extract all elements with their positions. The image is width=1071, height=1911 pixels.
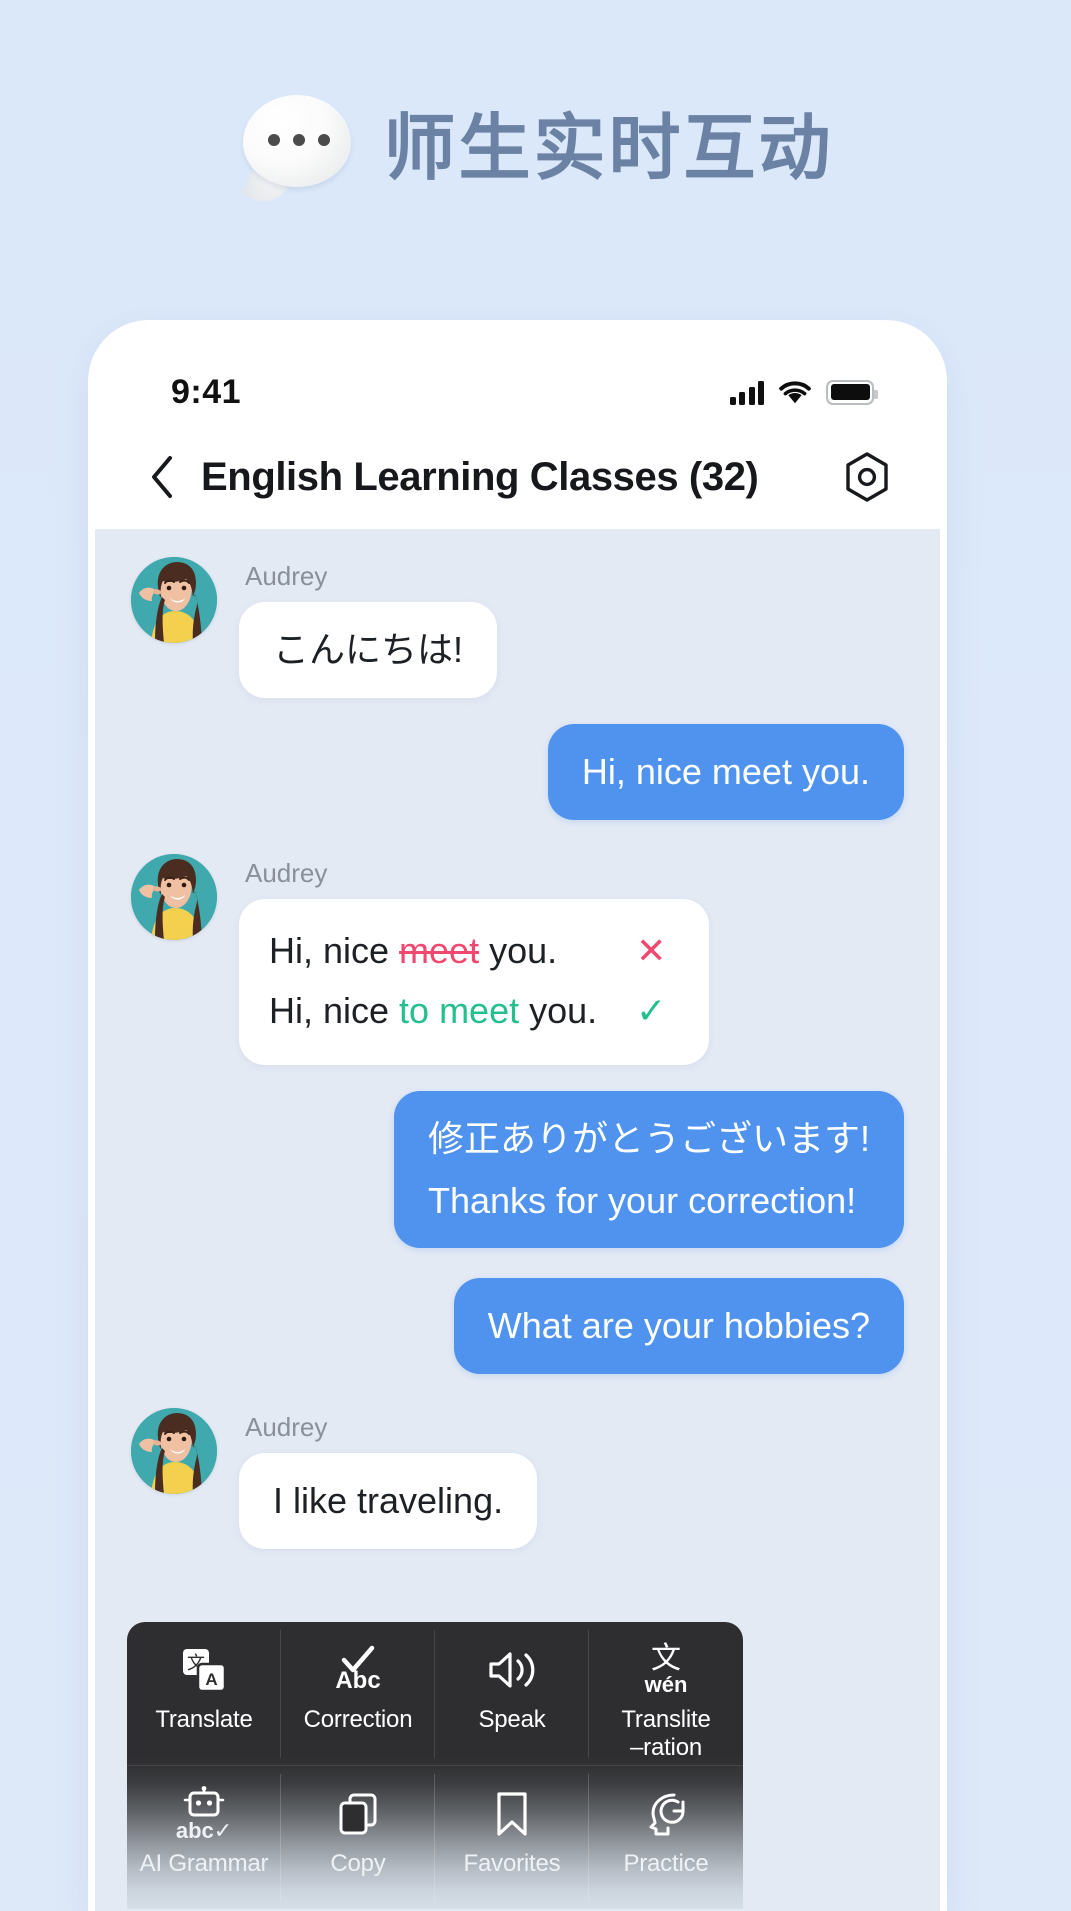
menu-caret [391,1622,451,1623]
battery-full-icon [826,379,878,405]
menu-item-label: Translite –ration [621,1706,711,1761]
menu-item-favorites[interactable]: Favorites [435,1766,589,1909]
correction-fixed-word: to meet [399,989,520,1031]
bubble-secondary-text: Thanks for your correction! [427,1179,857,1221]
chat-message-row: What are your hobbies? [131,1278,904,1375]
correction-prefix: Hi, nice [269,929,400,971]
message-sender: Audrey [245,1412,328,1443]
copy-icon [335,1786,381,1842]
correction-right-line: Hi, nice to meet you. ✓ [269,981,679,1041]
message-sender: Audrey [245,561,328,591]
chat-message-row: Audrey I like traveling. [131,1408,904,1550]
grammar-glyph: abc✓ [175,1818,233,1843]
cellular-signal-icon [729,380,764,405]
promo-title: 师生实时互动 [383,109,834,189]
menu-item-copy[interactable]: Copy [281,1766,435,1909]
chat-bubble-outgoing[interactable]: What are your hobbies? [453,1278,904,1375]
chat-message-row: 修正ありがとうございます! Thanks for your correction… [131,1090,904,1249]
chat-bubble-incoming[interactable]: こんにちは! [239,602,498,698]
chat-message-row: Hi, nice meet you. [131,723,904,820]
avatar[interactable] [131,557,217,643]
avatar[interactable] [131,1408,217,1495]
page-title: English Learning Classes (32) [201,454,759,499]
chat-bubble-incoming-selected[interactable]: I like traveling. [239,1453,538,1550]
hexagon-settings-icon [846,452,888,502]
correction-strikethrough-word: meet [399,929,480,971]
menu-item-transliteration[interactable]: 文 wén Translite –ration [589,1622,743,1765]
chat-message-list[interactable]: Audrey こんにちは! Hi, nice meet you. Audrey … [95,529,940,1909]
menu-item-label: AI Grammar [139,1850,269,1877]
avatar-image [131,1408,217,1495]
avatar[interactable] [131,853,217,940]
promo-header: 师生实时互动 [0,0,1071,208]
menu-row-primary: 文 A Translate Abc Correction Speak 文 wén… [127,1622,743,1765]
phone-mockup: 9:41 English Learning Classes (32) Audre… [95,327,940,1911]
menu-item-practice[interactable]: Practice [589,1766,743,1909]
chevron-left-icon [152,456,172,498]
menu-row-secondary: abc✓ AI Grammar Copy Favorites Practice [127,1766,743,1909]
menu-item-speak[interactable]: Speak [435,1622,589,1765]
menu-item-ai-grammar[interactable]: abc✓ AI Grammar [127,1766,281,1909]
menu-item-label: Favorites [463,1850,561,1877]
bookmark-icon [494,1786,530,1842]
ai-robot-grammar-icon: abc✓ [176,1786,232,1842]
correction-prefix: Hi, nice [269,989,400,1031]
settings-button[interactable] [840,450,894,504]
cross-icon: ✕ [636,929,667,971]
menu-item-label: Practice [623,1850,709,1877]
menu-item-label: Correction [303,1706,413,1733]
message-action-menu[interactable]: 文 A Translate Abc Correction Speak 文 wén… [127,1622,743,1909]
transliteration-icon: 文 wén [645,1642,688,1698]
avatar-image [131,853,217,940]
menu-item-translate[interactable]: 文 A Translate [127,1622,281,1765]
chat-message-row: Audrey こんにちは! [131,557,904,698]
translate-icon: 文 A [181,1642,227,1698]
wifi-icon [779,380,811,403]
transliteration-glyph: 文 [650,1640,681,1676]
chat-message-row: Audrey Hi, nice meet you. ✕ Hi, nice to … [131,853,904,1065]
menu-item-label: Copy [330,1850,386,1877]
phone-top-area: 9:41 English Learning Classes (32) [95,327,940,529]
correction-suffix: you. [519,989,598,1031]
back-button[interactable] [139,454,185,500]
transliteration-pinyin: wén [644,1671,688,1697]
chat-bubble-outgoing-dual[interactable]: 修正ありがとうございます! Thanks for your correction… [393,1090,904,1249]
chat-bubble-correction[interactable]: Hi, nice meet you. ✕ Hi, nice to meet yo… [239,898,710,1065]
status-time: 9:41 [171,372,242,411]
menu-item-correction[interactable]: Abc Correction [281,1622,435,1765]
menu-item-label: Translate [155,1706,253,1733]
svg-text:Abc: Abc [335,1667,380,1694]
check-icon: ✓ [636,989,667,1031]
correction-abc-icon: Abc [328,1642,388,1698]
speech-balloon-icon [237,93,357,208]
speaker-icon [485,1642,539,1698]
menu-item-label: Speak [478,1706,546,1733]
practice-head-icon [642,1786,690,1842]
chat-bubble-outgoing[interactable]: Hi, nice meet you. [547,723,904,820]
nav-bar: English Learning Classes (32) [95,425,940,529]
bubble-primary-text: 修正ありがとうございます! [427,1117,870,1159]
message-sender: Audrey [245,857,328,888]
correction-wrong-line: Hi, nice meet you. ✕ [269,921,679,981]
correction-suffix: you. [479,929,558,971]
avatar-image [131,557,217,643]
svg-text:A: A [205,1670,217,1689]
status-bar: 9:41 [95,359,940,425]
